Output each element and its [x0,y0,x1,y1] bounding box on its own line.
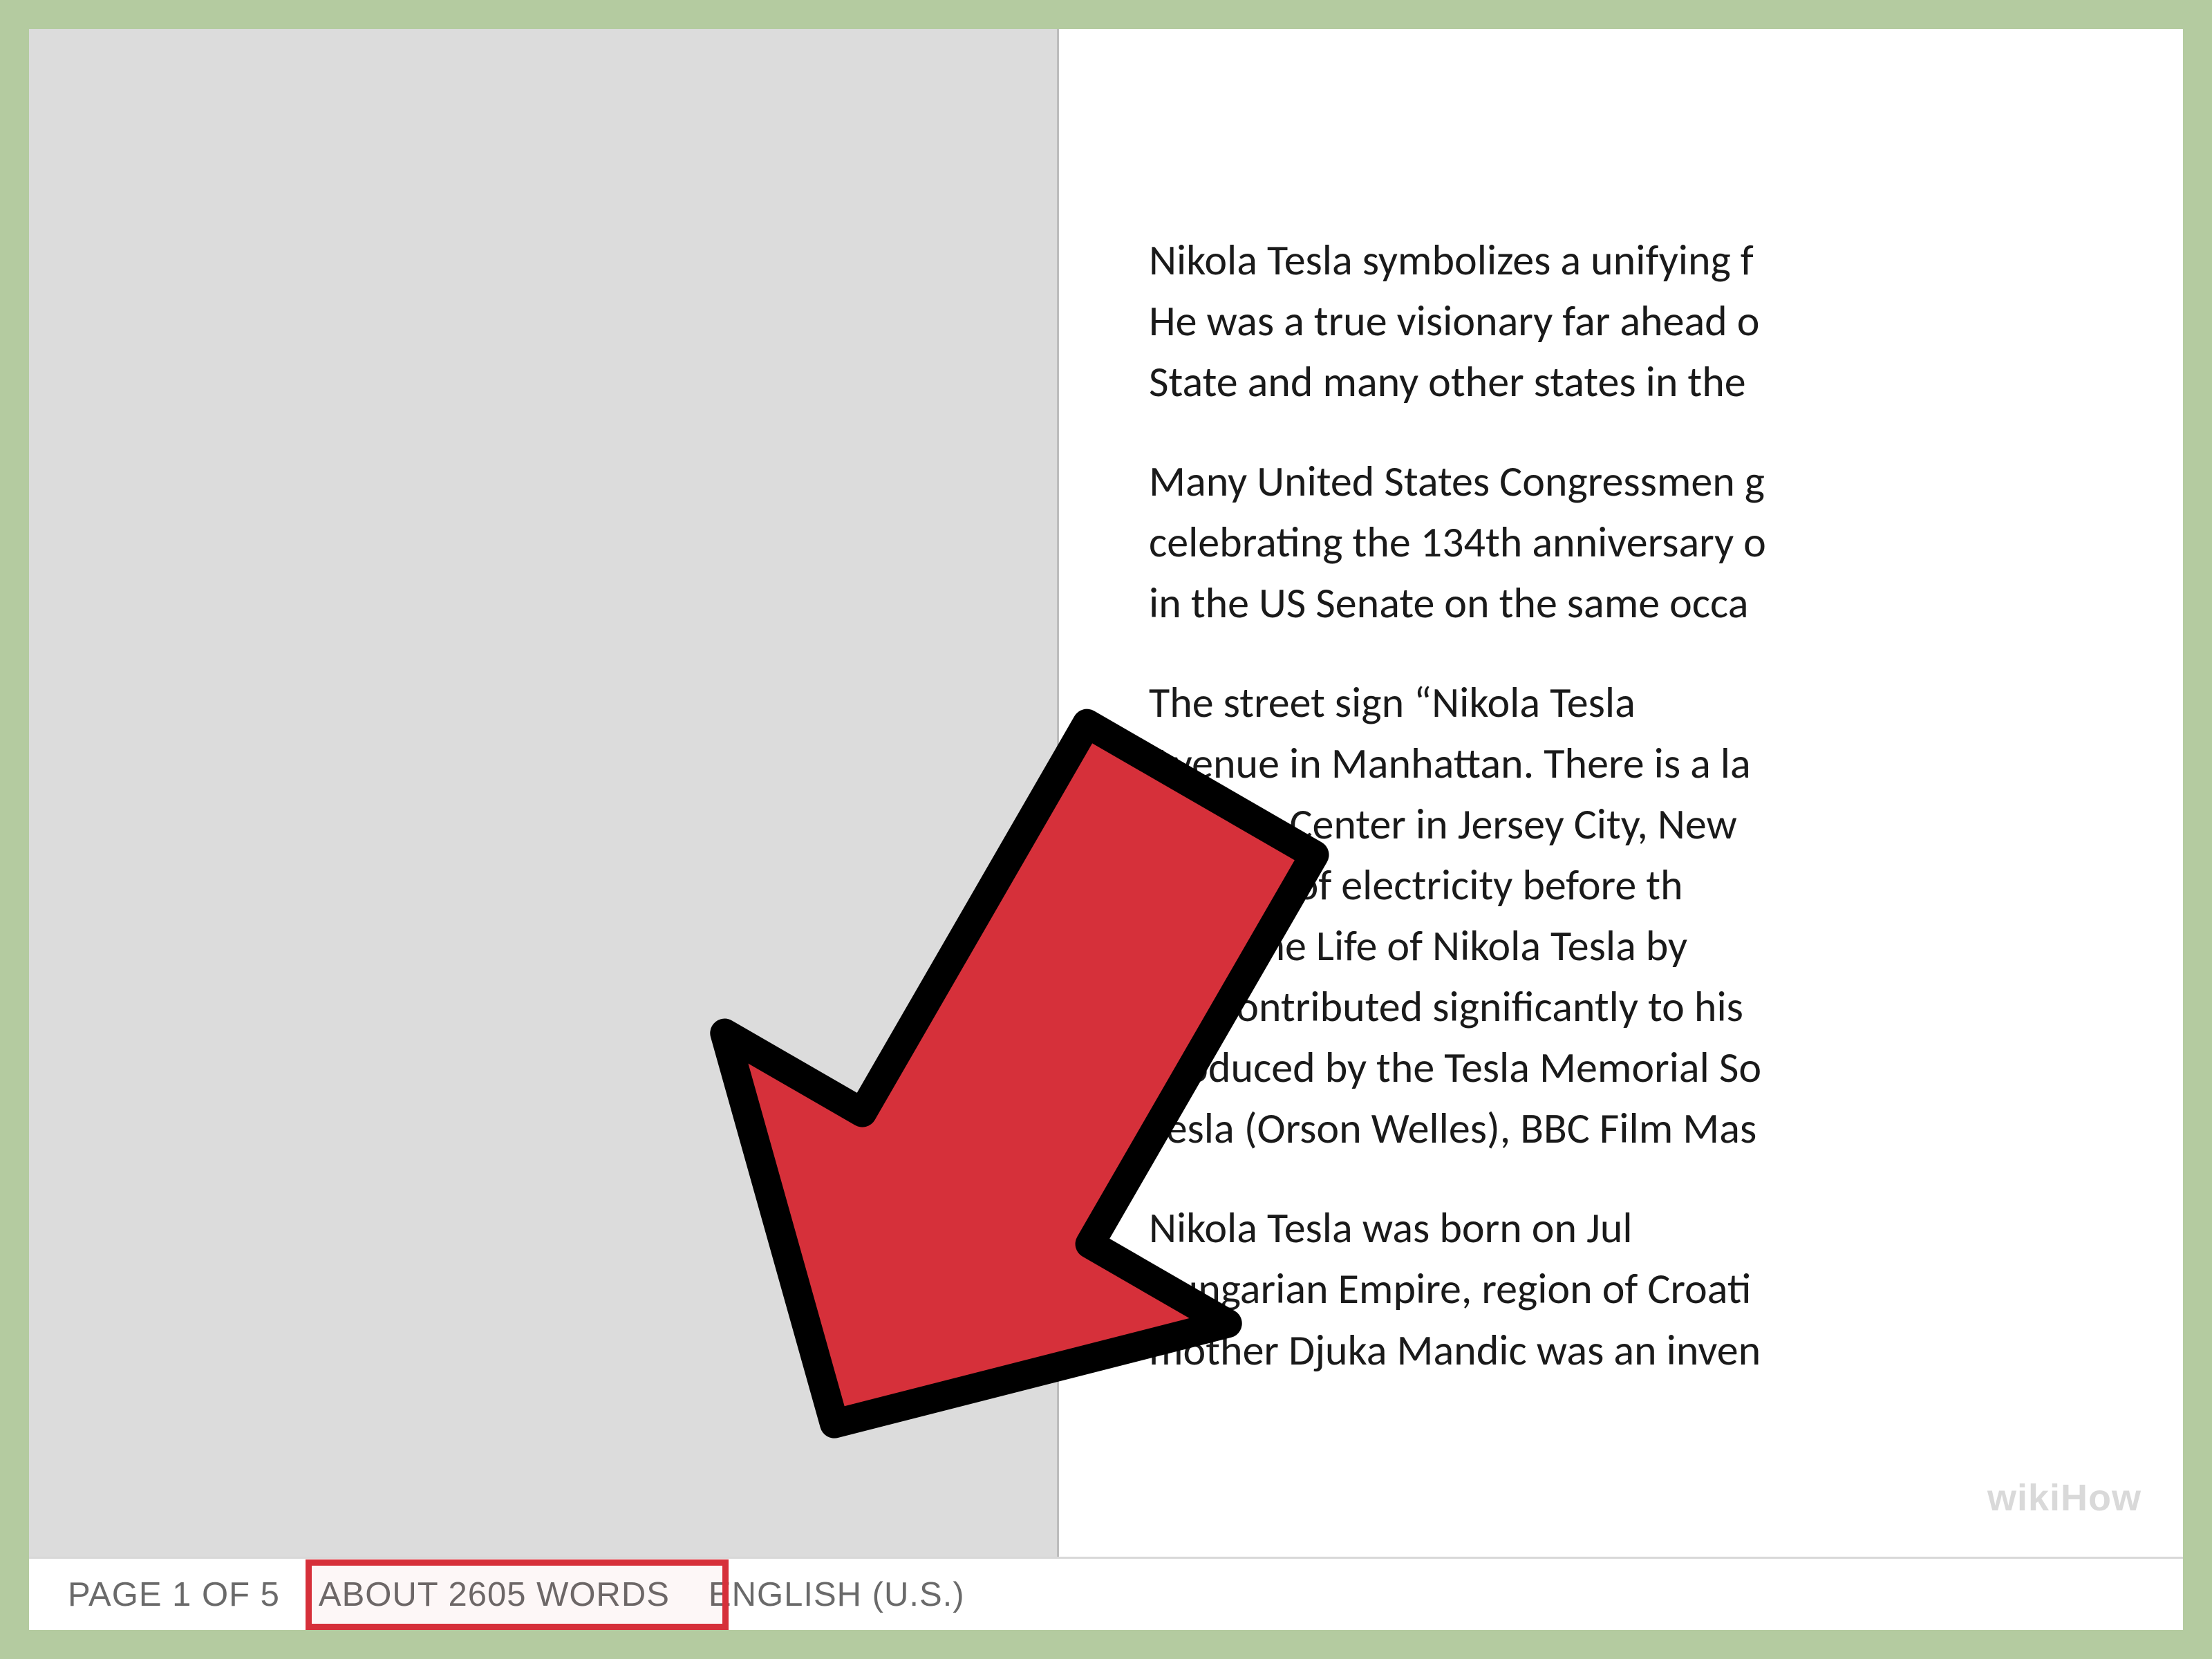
text-line: Many United States Congressmen g celebra… [1149,451,2183,633]
body-paragraph: Nikola Tesla was born on Jul Hungarian E… [1149,1197,2183,1380]
text-line: The street sign “Nikola Tesla Avenue in … [1149,672,2183,1159]
body-paragraph: Nikola Tesla symbolizes a unifying f He … [1149,229,2183,412]
document-viewport: Nikola Tesla symbolizes a unifying f He … [29,29,2183,1557]
page-gutter [29,29,1059,1557]
app-window: Nikola Tesla symbolizes a unifying f He … [29,29,2183,1630]
language-label: ENGLISH (U.S.) [709,1575,965,1614]
watermark: wikiHow [1987,1477,2141,1519]
body-paragraph: The street sign “Nikola Tesla Avenue in … [1149,672,2183,1159]
word-count-label: ABOUT 2605 WORDS [319,1575,670,1614]
document-page[interactable]: Nikola Tesla symbolizes a unifying f He … [1059,29,2183,1557]
language-indicator[interactable]: ENGLISH (U.S.) [689,1559,984,1630]
status-bar: PAGE 1 OF 5 ABOUT 2605 WORDS ENGLISH (U.… [29,1557,2183,1630]
text-line: Nikola Tesla symbolizes a unifying f He … [1149,229,2183,412]
body-paragraph: Many United States Congressmen g celebra… [1149,451,2183,633]
text-line: Nikola Tesla was born on Jul Hungarian E… [1149,1197,2183,1380]
watermark-text: wikiHow [1987,1477,2141,1519]
word-count[interactable]: ABOUT 2605 WORDS [299,1559,689,1630]
page-indicator-label: PAGE 1 OF 5 [68,1575,280,1614]
page-indicator[interactable]: PAGE 1 OF 5 [48,1559,299,1630]
